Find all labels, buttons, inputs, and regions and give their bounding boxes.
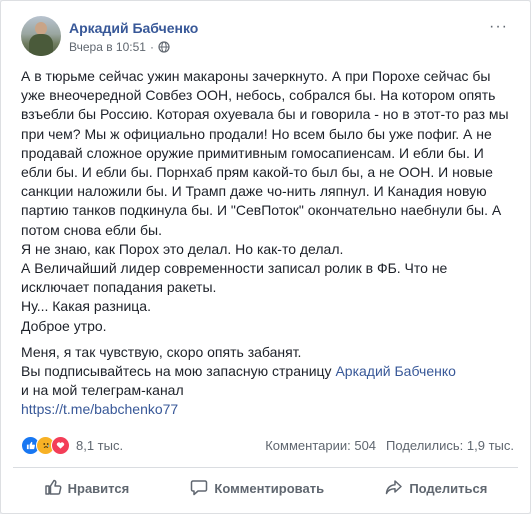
share-icon — [385, 478, 403, 499]
post-meta: Вчера в 10:51 · — [69, 40, 170, 54]
closing-line-1: Меня, я так чувствую, скоро опять забаня… — [21, 343, 302, 360]
page-link[interactable]: Аркадий Бабченко — [335, 363, 455, 379]
divider — [13, 467, 518, 468]
post-paragraph: А в тюрьме сейчас ужин макароны зачеркну… — [21, 68, 509, 238]
post-paragraph: Я не знаю, как Порох это делал. Но как-т… — [21, 240, 344, 257]
comment-button[interactable]: Комментировать — [190, 478, 324, 499]
avatar[interactable] — [21, 16, 61, 56]
reactions-summary[interactable]: 8,1 тыс. — [21, 435, 124, 455]
comment-button-label: Комментировать — [214, 480, 325, 496]
author-name[interactable]: Аркадий Бабченко — [69, 20, 198, 36]
shares-count[interactable]: Поделились: 1,9 тыс. — [386, 438, 514, 453]
telegram-link[interactable]: https://t.me/babchenko77 — [21, 401, 178, 417]
share-button[interactable]: Поделиться — [385, 478, 487, 499]
meta-separator: · — [149, 40, 154, 54]
post-timestamp[interactable]: Вчера в 10:51 — [69, 40, 146, 54]
post-paragraph: Доброе утро. — [21, 317, 107, 334]
globe-icon — [158, 41, 170, 53]
telegram-link-line: https://t.me/babchenko77 — [21, 400, 516, 419]
stats-right: Комментарии: 504 Поделились: 1,9 тыс. — [265, 438, 514, 453]
avatar-torso — [29, 34, 53, 56]
post-body: А в тюрьме сейчас ужин макароны зачеркну… — [21, 67, 516, 420]
like-button[interactable]: Нравится — [44, 478, 130, 499]
comment-icon — [190, 478, 208, 499]
thumbs-up-icon — [44, 478, 62, 499]
post-stats: 8,1 тыс. Комментарии: 504 Поделились: 1,… — [21, 433, 514, 457]
like-button-label: Нравится — [67, 480, 130, 496]
more-options-button[interactable]: ··· — [489, 18, 508, 36]
action-bar: Нравится Комментировать Поделиться — [13, 471, 518, 505]
post-paragraph: Ну... Какая разница. — [21, 298, 151, 315]
love-reaction-icon — [51, 435, 70, 455]
post-paragraph: А Величайший лидер современности записал… — [21, 260, 448, 296]
closing-line-2-text: Вы подписывайтесь на мою запасную страни… — [21, 363, 336, 380]
closing-line-3: и на мой телеграм-канал — [21, 382, 184, 399]
closing-line-2: Вы подписывайтесь на мою запасную страни… — [21, 362, 516, 381]
post-card: Аркадий Бабченко Вчера в 10:51 · ··· А в… — [0, 0, 531, 514]
comments-count[interactable]: Комментарии: 504 — [265, 438, 376, 453]
post-header: Аркадий Бабченко Вчера в 10:51 · ··· — [21, 16, 518, 60]
share-button-label: Поделиться — [409, 480, 488, 496]
reaction-count: 8,1 тыс. — [76, 437, 124, 453]
